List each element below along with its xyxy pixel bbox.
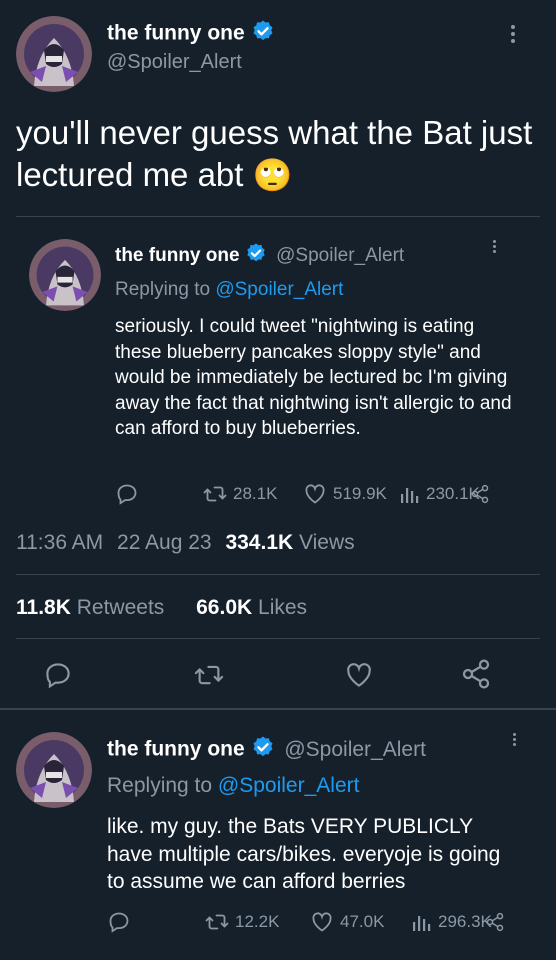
share-icon[interactable]: [470, 484, 490, 504]
retweet-icon: [205, 910, 229, 934]
like-count: 519.9K: [333, 484, 387, 503]
views-action[interactable]: 230.1K: [400, 482, 480, 506]
reply-icon[interactable]: [115, 482, 139, 506]
display-name[interactable]: the funny one: [107, 738, 245, 761]
reply-text: like. my guy. the Bats VERY PUBLICLY hav…: [107, 815, 501, 893]
retweet-count: 12.2K: [235, 912, 280, 931]
share-icon[interactable]: [460, 658, 492, 690]
like-icon[interactable]: [344, 660, 374, 690]
verified-badge-icon: [245, 242, 267, 270]
avatar[interactable]: [16, 16, 92, 92]
replying-to-link[interactable]: @Spoiler_Alert: [218, 774, 360, 797]
retweet-icon[interactable]: [193, 660, 225, 690]
likes-stat[interactable]: 66.0K Likes: [196, 596, 307, 619]
verified-badge-icon: [251, 19, 275, 49]
views-count: 296.3K: [438, 912, 492, 931]
like-icon: [303, 482, 327, 506]
tweet-time: 11:36 AM: [16, 531, 104, 554]
reply-text: seriously. I could tweet "nightwing is e…: [115, 316, 512, 439]
like-count: 47.0K: [340, 912, 385, 931]
views-label: Views: [299, 531, 355, 554]
like-icon: [310, 910, 334, 934]
timestamp-line: 11:36 AM 22 Aug 23 334.1K Views: [16, 531, 355, 555]
eye-roll-emoji: 🙄: [252, 157, 293, 193]
views-icon: [400, 482, 420, 506]
more-icon[interactable]: [511, 25, 515, 43]
handle[interactable]: @Spoiler_Alert: [284, 738, 426, 761]
like-action[interactable]: 47.0K: [310, 910, 384, 934]
verified-badge-icon: [251, 735, 275, 765]
share-icon[interactable]: [485, 912, 505, 932]
views-icon: [412, 910, 432, 934]
like-action[interactable]: 519.9K: [303, 482, 387, 506]
tweet-text: you'll never guess what the Bat just lec…: [16, 114, 533, 193]
reply-icon[interactable]: [43, 660, 73, 690]
views-count: 334.1K: [225, 531, 294, 554]
tweet-date: 22 Aug 23: [117, 531, 212, 554]
engagement-stats: 11.8K Retweets 66.0K Likes: [16, 596, 307, 620]
retweets-stat[interactable]: 11.8K Retweets: [16, 596, 170, 619]
display-name[interactable]: the funny one: [115, 245, 240, 266]
avatar[interactable]: [16, 732, 92, 808]
more-icon[interactable]: [493, 240, 496, 253]
retweet-icon: [203, 482, 227, 506]
display-name[interactable]: the funny one: [107, 22, 245, 45]
retweet-count: 28.1K: [233, 484, 278, 503]
reply-icon[interactable]: [107, 910, 131, 934]
replying-to-line: Replying to @Spoiler_Alert: [115, 279, 344, 300]
handle[interactable]: @Spoiler_Alert: [107, 51, 242, 74]
replying-to-line: Replying to @Spoiler_Alert: [107, 774, 360, 797]
more-icon[interactable]: [513, 733, 516, 746]
views-action[interactable]: 296.3K: [412, 910, 492, 934]
replying-to-link[interactable]: @Spoiler_Alert: [215, 279, 343, 300]
avatar[interactable]: [29, 239, 101, 311]
retweet-action[interactable]: 12.2K: [205, 910, 279, 934]
handle[interactable]: @Spoiler_Alert: [276, 245, 404, 266]
retweet-action[interactable]: 28.1K: [203, 482, 277, 506]
